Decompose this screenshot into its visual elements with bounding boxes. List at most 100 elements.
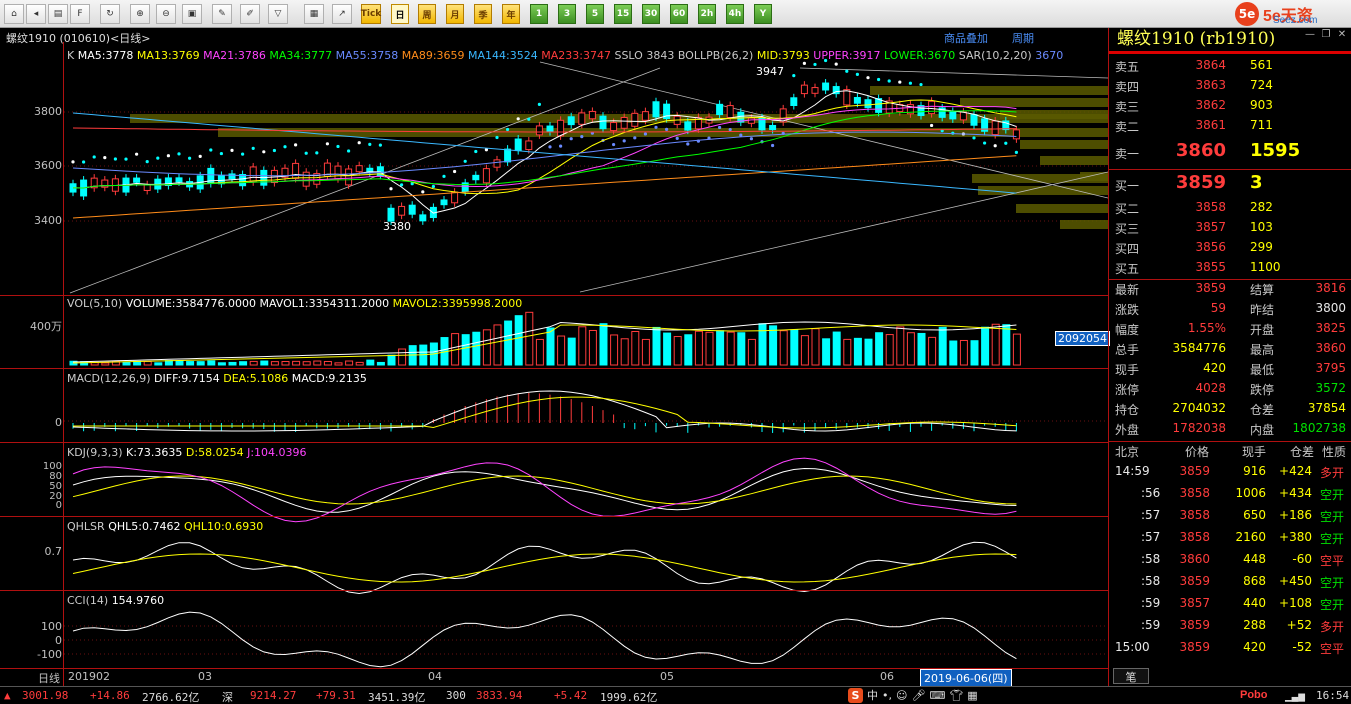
tick-time: :57 [1141, 508, 1161, 522]
zoom-in-icon[interactable]: ⊕ [130, 4, 150, 24]
period-15min[interactable]: 15 [614, 4, 632, 24]
brand-sub: Seez.com [1273, 15, 1318, 26]
period-60min[interactable]: 60 [670, 4, 688, 24]
sar-dot [506, 127, 510, 132]
chart-canvas [64, 58, 1108, 668]
period-30min[interactable]: 30 [642, 4, 660, 24]
period-4h[interactable]: 4h [726, 4, 744, 24]
keyboard-icon[interactable]: ⌨ [929, 689, 945, 702]
sar-dot [919, 82, 923, 87]
table-icon[interactable]: ▦ [304, 4, 324, 24]
sar-dot [188, 156, 192, 160]
filter-icon[interactable]: ▽ [268, 4, 288, 24]
candle-body [631, 112, 639, 127]
volume-bar [938, 326, 947, 366]
volume-bar [493, 324, 502, 366]
period-5min[interactable]: 5 [586, 4, 604, 24]
kline-chart[interactable]: 螺纹1910 (010610)<日线> 商品叠加 周期 K MA5:3778 M… [0, 28, 1110, 687]
stat-label: 涨跌 [1115, 303, 1140, 317]
brush-icon[interactable]: ✐ [240, 4, 260, 24]
punct-icon[interactable]: •, [882, 689, 892, 702]
volume-bar [302, 361, 311, 366]
sar-dot [802, 61, 807, 65]
volume-bar [122, 361, 131, 366]
period-year[interactable]: 年 [502, 4, 520, 24]
skin-icon[interactable]: 👕︎ [949, 689, 963, 702]
sar-dot [474, 149, 478, 154]
tab-tick[interactable]: 笔 [1113, 668, 1149, 684]
sar-dot [622, 139, 626, 143]
tick-row: :58 3859 868 +450 空开 [1109, 574, 1351, 596]
sz-label: 深 [222, 691, 233, 704]
refresh-icon[interactable]: ↻ [100, 4, 120, 24]
sh-amount: 2766.62亿 [142, 691, 200, 704]
sar-dot [972, 136, 976, 140]
f10-icon[interactable]: F [70, 4, 90, 24]
price-tick: 3400 [34, 214, 62, 227]
period-quarter[interactable]: 季 [474, 4, 492, 24]
tick-col-price: 价格 [1185, 445, 1210, 459]
period-button[interactable]: 周期 [1012, 30, 1034, 46]
ma-legend-item: SAR(10,2,20) [955, 49, 1032, 62]
xaxis-mode-label: 日线 [38, 672, 60, 685]
sar-dot [665, 127, 669, 131]
stat-label: 外盘 [1115, 423, 1140, 437]
volume-bar [790, 329, 799, 366]
period-day[interactable]: 日 [391, 4, 409, 24]
period-3min[interactable]: 3 [558, 4, 576, 24]
window-icon[interactable]: ▣ [182, 4, 202, 24]
sar-dot [92, 155, 96, 159]
ask-price: 3863 [1195, 78, 1226, 92]
stat-label: 持仓 [1115, 403, 1140, 417]
bid1-price: 3859 [1175, 172, 1226, 193]
overlay-button[interactable]: 商品叠加 [944, 30, 988, 46]
period-tick[interactable]: Tick [361, 4, 381, 24]
candle-body [514, 138, 522, 152]
period-1min[interactable]: 1 [530, 4, 548, 24]
tick-volume: 868 [1243, 574, 1266, 588]
volume-bar [101, 362, 110, 366]
volume-bar [641, 338, 650, 366]
candle-body [684, 121, 692, 131]
qhlsr-10: QHL10:0.6930 [183, 520, 264, 533]
stat-label: 涨停 [1115, 383, 1140, 397]
x-tick: 05 [660, 670, 674, 683]
zoom-out-icon[interactable]: ⊖ [156, 4, 176, 24]
volume-bar [535, 338, 544, 366]
pane-divider [0, 590, 1108, 591]
pen-icon[interactable]: ✎ [212, 4, 232, 24]
emoji-icon[interactable]: ☺ [896, 689, 907, 702]
volume-bar [143, 361, 152, 366]
clock: 16:54 [1316, 689, 1350, 702]
tick-type: 多开 [1320, 620, 1345, 634]
volume-bar [270, 361, 279, 366]
period-2h[interactable]: 2h [698, 4, 716, 24]
volume-bar [1002, 324, 1011, 366]
kdj-k-line [72, 467, 1017, 513]
volume-bar [747, 338, 756, 366]
line-chart-icon[interactable]: ↗ [332, 4, 352, 24]
period-week[interactable]: 周 [418, 4, 436, 24]
candle-body [726, 105, 734, 119]
pane-divider [0, 368, 1108, 369]
volume-bar [800, 335, 809, 366]
period-custom[interactable]: Y [754, 4, 772, 24]
chart-title: 螺纹1910 (010610)<日线> [6, 32, 151, 45]
grid-icon[interactable]: ▦ [967, 689, 977, 702]
volume-bar [631, 331, 640, 366]
tick-col-time: 北京 [1115, 445, 1140, 459]
volume-bar [154, 362, 163, 366]
home-icon[interactable]: ⌂ [4, 4, 24, 24]
notebook-icon[interactable]: ▤ [48, 4, 68, 24]
ask1-volume: 1595 [1250, 140, 1301, 161]
tick-oi-change: +186 [1279, 508, 1312, 522]
ime-lang[interactable]: 中 [867, 687, 878, 703]
ma-legend-item: MA89:3659 [398, 49, 465, 62]
ask1-row: 卖一 3860 1595 [1109, 140, 1351, 166]
sogou-icon[interactable]: S [848, 687, 863, 703]
toolbar: ⌂ ◂ ▤ F ↻ ⊕ ⊖ ▣ ✎ ✐ ▽ ▦ ↗ Tick 日 周 月 季 年… [0, 0, 1351, 28]
period-month[interactable]: 月 [446, 4, 464, 24]
mic-icon[interactable]: 🎤︎ [911, 689, 925, 702]
back-icon[interactable]: ◂ [26, 4, 46, 24]
qhlsr10-line [72, 553, 1017, 583]
